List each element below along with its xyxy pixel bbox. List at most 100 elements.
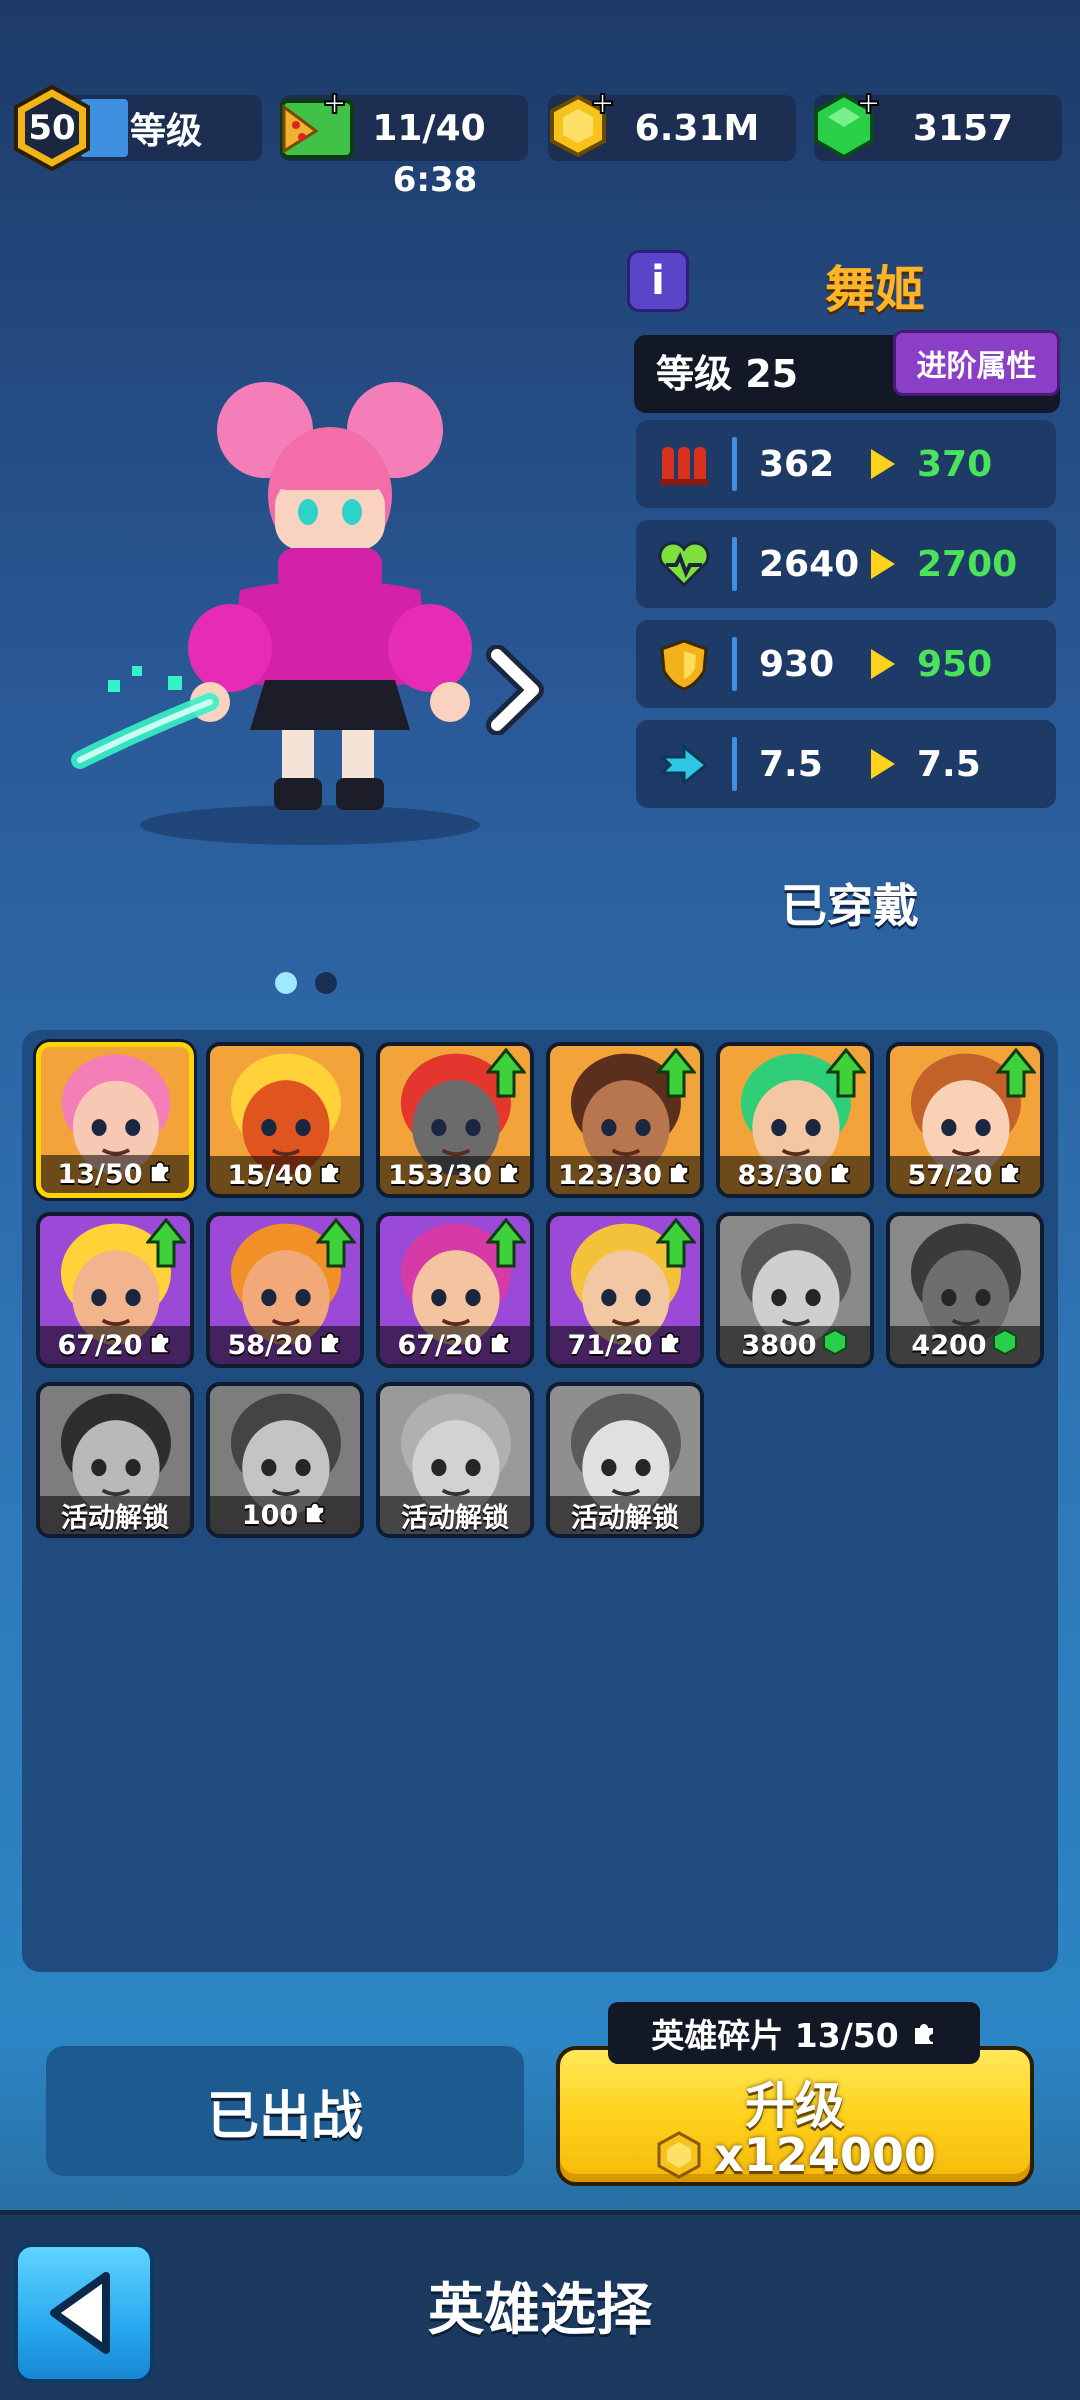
hero-card-label: 71/20 <box>550 1326 700 1364</box>
puzzle-piece-icon <box>302 1499 328 1532</box>
puzzle-piece-icon <box>147 1158 173 1191</box>
stat-current-value: 2640 <box>759 543 860 585</box>
hero-card-count: 活动解锁 <box>571 1502 679 1534</box>
hero-card-count: 活动解锁 <box>61 1502 169 1534</box>
level-label: 等级 <box>130 111 203 152</box>
svg-text:+: + <box>322 91 347 121</box>
hero-card-label: 15/40 <box>210 1156 360 1194</box>
stat-next-value: 2700 <box>917 543 1018 585</box>
energy-value: 11/40 <box>372 107 486 149</box>
puzzle-piece-icon <box>666 1159 692 1192</box>
upgrade-available-icon <box>484 1047 528 1098</box>
hero-card-robot[interactable]: 15/40 <box>206 1042 364 1198</box>
heart-icon <box>636 520 732 608</box>
hero-card-cowgirl[interactable]: 57/20 <box>886 1042 1044 1198</box>
hero-card-count: 57/20 <box>907 1159 993 1191</box>
hero-info-button[interactable]: i <box>627 250 689 312</box>
hero-card-headset[interactable]: 3800 <box>716 1212 874 1368</box>
player-level-value: 50 <box>28 108 76 148</box>
hero-shards-tag: 英雄碎片 13/50 <box>608 2002 980 2064</box>
hero-level-text: 等级 25 <box>656 352 799 396</box>
speed-icon <box>636 720 732 808</box>
energy-timer: 6:38 <box>392 160 478 200</box>
upgrade-available-icon <box>144 1217 188 1268</box>
screen-title: 英雄选择 <box>428 2278 652 2343</box>
upgrade-available-icon <box>314 1217 358 1268</box>
stat-next-value: 950 <box>917 643 993 685</box>
page-dot-active[interactable] <box>275 972 297 994</box>
puzzle-piece-icon <box>496 1159 522 1192</box>
hero-card-hat[interactable]: 活动解锁 <box>36 1382 194 1538</box>
upgrade-cost: x124000 <box>560 2128 1030 2182</box>
coin-icon <box>657 2131 701 2179</box>
upgrade-cost-value: x124000 <box>714 2128 936 2182</box>
shield-icon <box>636 620 732 708</box>
hero-card-label: 活动解锁 <box>550 1496 700 1534</box>
stat-row-heart: 2640 2700 <box>636 520 1056 608</box>
hero-card-bruiser[interactable]: 58/20 <box>206 1212 364 1368</box>
gem-icon <box>991 1328 1019 1363</box>
upgrade-available-icon <box>824 1047 868 1098</box>
stat-arrow-icon <box>857 447 907 481</box>
stat-row-shield: 930 950 <box>636 620 1056 708</box>
hero-card-count: 123/30 <box>558 1159 662 1191</box>
puzzle-piece-icon <box>997 1159 1023 1192</box>
next-hero-arrow-icon[interactable] <box>485 645 545 735</box>
svg-text:+: + <box>590 87 615 121</box>
stat-row-speed: 7.5 7.5 <box>636 720 1056 808</box>
back-arrow-icon <box>50 2272 110 2354</box>
stat-row-ammo: 362 370 <box>636 420 1056 508</box>
info-icon: i <box>651 258 665 304</box>
hero-card-lady[interactable]: 活动解锁 <box>376 1382 534 1538</box>
back-button[interactable] <box>14 2243 154 2383</box>
puzzle-piece-icon <box>317 1329 343 1362</box>
upgrade-button[interactable]: 升级 x124000 <box>556 2046 1034 2186</box>
hero-card-mask[interactable]: 4200 <box>886 1212 1044 1368</box>
page-dot[interactable] <box>315 972 337 994</box>
hero-character-dancer[interactable] <box>60 380 520 850</box>
hero-card-count: 活动解锁 <box>401 1502 509 1534</box>
stat-next-value: 370 <box>917 443 993 485</box>
hero-card-skull[interactable]: 153/30 <box>376 1042 534 1198</box>
coins-value: 6.31M <box>634 107 760 149</box>
stat-current-value: 362 <box>759 443 835 485</box>
hero-card-label: 活动解锁 <box>40 1496 190 1534</box>
hero-card-count: 58/20 <box>227 1329 313 1361</box>
hero-card-label: 4200 <box>890 1326 1040 1364</box>
hero-card-punk[interactable]: 67/20 <box>376 1212 534 1368</box>
upgrade-available-icon <box>654 1217 698 1268</box>
gem-icon <box>821 1328 849 1363</box>
page-indicator <box>275 972 337 996</box>
hero-card-label: 83/30 <box>720 1156 870 1194</box>
hero-card-goggles[interactable]: 71/20 <box>546 1212 704 1368</box>
hero-card-warrior[interactable]: 100 <box>206 1382 364 1538</box>
puzzle-piece-icon <box>914 2024 933 2044</box>
hero-card-count: 13/50 <box>57 1158 143 1190</box>
hero-card-visor[interactable]: 83/30 <box>716 1042 874 1198</box>
hero-card-braids[interactable]: 123/30 <box>546 1042 704 1198</box>
hero-card-count: 3800 <box>741 1329 817 1361</box>
gems-value: 3157 <box>912 107 1014 149</box>
puzzle-piece-icon <box>657 1329 683 1362</box>
advanced-stats-button[interactable]: 进阶属性 <box>893 330 1060 396</box>
hero-card-count: 4200 <box>911 1329 987 1361</box>
hero-card-count: 67/20 <box>397 1329 483 1361</box>
top-bar: 等级 50 11/40 + 6.31M + 3157 + <box>0 85 1080 171</box>
hero-card-helmet[interactable]: 活动解锁 <box>546 1382 704 1538</box>
hero-card-bandana[interactable]: 67/20 <box>36 1212 194 1368</box>
stat-current-value: 930 <box>759 643 835 685</box>
hero-card-label: 153/30 <box>380 1156 530 1194</box>
hero-card-label: 13/50 <box>41 1155 189 1193</box>
hero-card-dancer[interactable]: 13/50 <box>36 1042 194 1198</box>
hero-card-count: 153/30 <box>388 1159 492 1191</box>
upgrade-available-icon <box>654 1047 698 1098</box>
hero-card-label: 活动解锁 <box>380 1496 530 1534</box>
hero-card-label: 100 <box>210 1496 360 1534</box>
coin-icon: + <box>550 87 616 158</box>
player-level-badge[interactable]: 50 <box>12 85 92 171</box>
puzzle-piece-icon <box>147 1329 173 1362</box>
hero-card-count: 71/20 <box>567 1329 653 1361</box>
stat-next-value: 7.5 <box>917 743 981 785</box>
deployed-button[interactable]: 已出战 <box>46 2046 524 2176</box>
upgrade-available-icon <box>994 1047 1038 1098</box>
